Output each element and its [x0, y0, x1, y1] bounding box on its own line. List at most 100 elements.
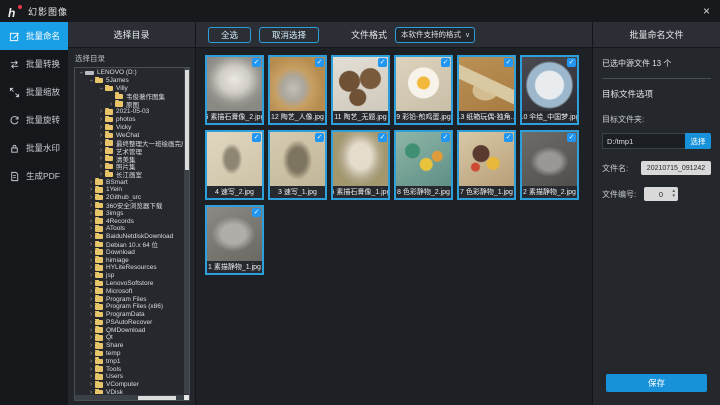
scrollbar-thumb[interactable]	[138, 396, 176, 400]
sidebar-item-batch-rotate[interactable]: 批量旋转	[0, 106, 68, 134]
expander-icon[interactable]: ›	[97, 116, 105, 123]
tree-horizontal-scrollbar[interactable]	[75, 395, 184, 400]
sidebar-item-batch-watermark[interactable]: 批量水印	[0, 134, 68, 162]
expander-icon[interactable]: ›	[107, 101, 115, 108]
expander-icon[interactable]: ›	[87, 288, 95, 295]
checkbox-checked-icon[interactable]: ✓	[252, 58, 261, 67]
image-tile[interactable]: ✓13 纸箱玩偶-独角...	[457, 55, 516, 125]
select-all-button[interactable]: 全选	[208, 27, 251, 43]
tree-item[interactable]: ›3imgs	[75, 209, 183, 217]
image-tile[interactable]: ✓5 素描石膏像_1.jpg	[331, 130, 390, 200]
expander-icon[interactable]: ›	[97, 140, 105, 147]
expander-icon[interactable]: ›	[87, 186, 95, 193]
image-tile[interactable]: ✓1 素描静物_1.jpg	[205, 205, 264, 275]
tree-item[interactable]: ›PSAutoRecover	[75, 319, 183, 327]
tree-item[interactable]: ›艺术管理	[75, 147, 183, 155]
expander-icon[interactable]: ›	[87, 264, 95, 271]
expander-icon[interactable]: ›	[87, 272, 95, 279]
image-tile[interactable]: ✓12 陶艺_人像.jpg	[268, 55, 327, 125]
filename-input[interactable]	[641, 161, 711, 175]
target-folder-input[interactable]	[602, 133, 685, 149]
tree-item[interactable]: 韦俊著作图集	[75, 92, 183, 100]
expander-icon[interactable]: ›	[87, 327, 95, 334]
sidebar-item-batch-scale[interactable]: 批量缩放	[0, 78, 68, 106]
tree-item[interactable]: ›2Github_src	[75, 194, 183, 202]
image-tile[interactable]: ✓11 陶艺_无题.jpg	[331, 55, 390, 125]
expander-icon[interactable]: ›	[87, 311, 95, 318]
tree-item[interactable]: ›ProgramData	[75, 311, 183, 319]
expander-icon[interactable]: ›	[97, 155, 105, 162]
tree-item[interactable]: ›Share	[75, 342, 183, 350]
tree-item[interactable]: ›BaiduNetdiskDownload	[75, 233, 183, 241]
tree-item[interactable]: ›2021-05-03	[75, 108, 183, 116]
expander-icon[interactable]: ›	[97, 108, 105, 115]
tree-item[interactable]: ›长江画室	[75, 170, 183, 178]
checkbox-checked-icon[interactable]: ✓	[567, 133, 576, 142]
tree-item[interactable]: ›Program Files	[75, 295, 183, 303]
expander-icon[interactable]: ›	[88, 77, 95, 85]
sidebar-item-batch-convert[interactable]: 批量转换	[0, 50, 68, 78]
tree-item[interactable]: ›LenovoSoftstore	[75, 280, 183, 288]
tree-item[interactable]: ›WeChat	[75, 131, 183, 139]
checkbox-checked-icon[interactable]: ✓	[315, 133, 324, 142]
expander-icon[interactable]: ›	[87, 179, 95, 186]
expander-icon[interactable]: ›	[87, 241, 95, 248]
tree-item[interactable]: ›VDisk	[75, 389, 183, 394]
checkbox-checked-icon[interactable]: ✓	[441, 58, 450, 67]
tree-item[interactable]: ›QMDownload	[75, 326, 183, 334]
tree-item[interactable]: ›Program Files (x86)	[75, 303, 183, 311]
tree-item[interactable]: ›Debian 10.x 64 位	[75, 241, 183, 249]
expander-icon[interactable]: ›	[87, 194, 95, 201]
stepper-down-icon[interactable]: ▼	[672, 193, 676, 198]
tree-vertical-scrollbar[interactable]	[184, 68, 189, 394]
tree-item[interactable]: ›4Records	[75, 217, 183, 225]
deselect-button[interactable]: 取消选择	[259, 27, 319, 43]
tree-item[interactable]: ›VComputer	[75, 381, 183, 389]
tree-item[interactable]: ›Microsoft	[75, 287, 183, 295]
tree-item[interactable]: ›Qt	[75, 334, 183, 342]
tree-item[interactable]: ›HYLiteResources	[75, 264, 183, 272]
image-tile[interactable]: ✓3 速写_1.jpg	[268, 130, 327, 200]
expander-icon[interactable]: ›	[87, 280, 95, 287]
close-icon[interactable]: ×	[703, 4, 710, 18]
expander-icon[interactable]: ›	[87, 319, 95, 326]
expander-icon[interactable]: ›	[87, 249, 95, 256]
tree-item[interactable]: ›照片集	[75, 163, 183, 171]
image-tile[interactable]: ✓2 素描静物_2.jpg	[520, 130, 579, 200]
tree-item[interactable]: ›Download	[75, 248, 183, 256]
tree-item[interactable]: ›360安全浏览器下载	[75, 202, 183, 210]
expander-icon[interactable]: ›	[87, 233, 95, 240]
tree-item[interactable]: ›ATools	[75, 225, 183, 233]
expander-icon[interactable]: ›	[87, 358, 95, 365]
file-index-stepper[interactable]: 0 ▲ ▼	[644, 187, 678, 201]
tree-item[interactable]: ›temp	[75, 350, 183, 358]
image-tile[interactable]: ✓9 彩铅-煎鸡蛋.jpg	[394, 55, 453, 125]
expander-icon[interactable]: ›	[87, 342, 95, 349]
choose-folder-button[interactable]: 选择	[685, 133, 711, 149]
expander-icon[interactable]: ›	[87, 303, 95, 310]
expander-icon[interactable]: ›	[87, 334, 95, 341]
tree-item[interactable]: ›BSmart	[75, 178, 183, 186]
checkbox-checked-icon[interactable]: ✓	[567, 58, 576, 67]
sidebar-item-generate-pdf[interactable]: 生成PDF	[0, 162, 68, 190]
expander-icon[interactable]: ›	[87, 381, 95, 388]
expander-icon[interactable]: ›	[87, 202, 95, 209]
expander-icon[interactable]: ›	[78, 69, 85, 77]
image-tile[interactable]: ✓10 伞绘_中国梦.jpg	[520, 55, 579, 125]
expander-icon[interactable]: ›	[87, 373, 95, 380]
tree-item[interactable]: ›1Yein	[75, 186, 183, 194]
image-tile[interactable]: ✓4 速写_2.jpg	[205, 130, 264, 200]
expander-icon[interactable]: ›	[97, 171, 105, 178]
tree-item[interactable]: ›jsp	[75, 272, 183, 280]
tree-item[interactable]: ›LENOVO (D:)	[75, 69, 183, 77]
expander-icon[interactable]: ›	[97, 124, 105, 131]
checkbox-checked-icon[interactable]: ✓	[252, 133, 261, 142]
image-tile[interactable]: ✓7 色彩静物_1.jpg	[457, 130, 516, 200]
expander-icon[interactable]: ›	[97, 132, 105, 139]
scrollbar-thumb[interactable]	[185, 70, 189, 170]
checkbox-checked-icon[interactable]: ✓	[252, 208, 261, 217]
tree-item[interactable]: ›Vicky	[75, 124, 183, 132]
tree-item[interactable]: ›原图	[75, 100, 183, 108]
expander-icon[interactable]: ›	[97, 163, 105, 170]
checkbox-checked-icon[interactable]: ✓	[315, 58, 324, 67]
